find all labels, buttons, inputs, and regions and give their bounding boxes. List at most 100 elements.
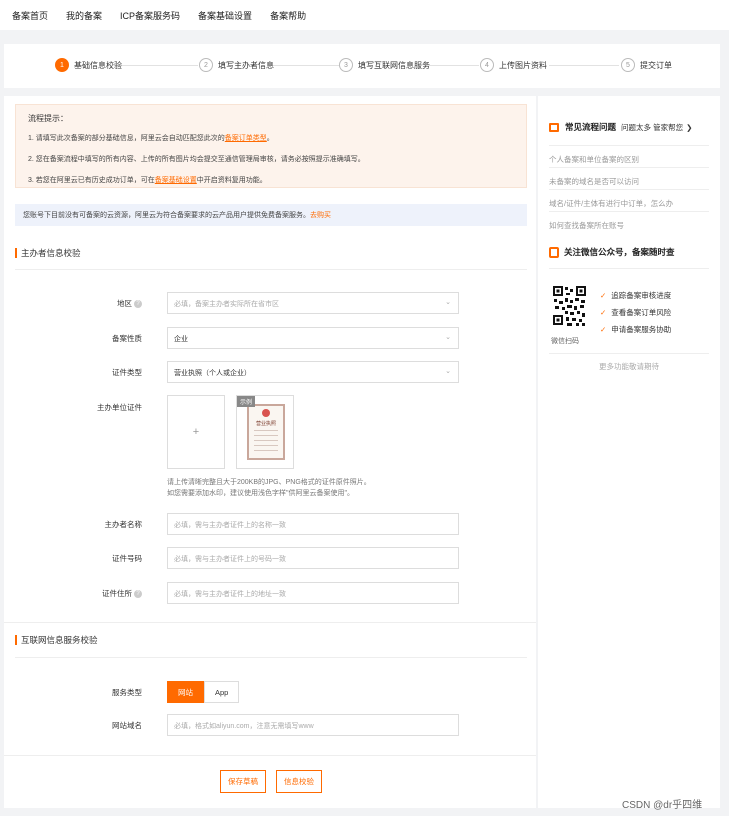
benefit-item: ✓ 查看备案订单风险 (600, 308, 672, 317)
step-label: 上传图片资料 (499, 60, 547, 70)
step-1: 1 基础信息校验 (55, 58, 122, 72)
step-4: 4 上传图片资料 (480, 58, 547, 72)
sidebar-divider (549, 268, 709, 269)
step-5: 5 提交订单 (621, 58, 672, 72)
doc-line (254, 435, 278, 436)
service-type-app[interactable]: App (204, 681, 240, 703)
cert-sample-image[interactable]: 营业执照 示例 (236, 395, 294, 469)
benefit-item: ✓ 申请备案服务协助 (600, 325, 672, 334)
step-number: 3 (339, 58, 353, 72)
wechat-header: 关注微信公众号，备案随时查 (549, 246, 675, 258)
more-features-text: 更多功能敬请期待 (599, 362, 659, 371)
region-select[interactable]: 必填，备案主办者实际所在省市区 ⌄ (167, 292, 459, 314)
chevron-right-icon: ❯ (686, 122, 693, 132)
seal-icon (262, 409, 270, 417)
cert-number-label: 证件号码 (112, 554, 142, 563)
top-nav: 备案首页 我的备案 ICP备案服务码 备案基础设置 备案帮助 (0, 0, 729, 30)
process-tips: 流程提示： 1. 请填写此次备案的部分基础信息，阿里云会自动匹配您此次的备案订单… (15, 104, 527, 188)
section-divider (4, 622, 536, 623)
chevron-down-icon: ⌄ (445, 299, 451, 306)
help-icon[interactable]: ? (134, 300, 142, 309)
qr-caption: 微信扫码 (551, 338, 579, 345)
sidebar-divider (549, 353, 709, 354)
sponsor-section-title: 主办者信息校验 (15, 248, 81, 258)
check-icon: ✓ (600, 325, 607, 334)
qr-code-image (552, 284, 587, 328)
step-connector (549, 65, 619, 66)
doc-line (254, 445, 278, 446)
tips-title: 流程提示： (28, 114, 68, 123)
faq-link[interactable]: 域名/证件/主体有进行中订单，怎么办 (549, 198, 673, 209)
buy-link[interactable]: 去购买 (310, 212, 331, 219)
tip-line-3: 3. 若您在阿里云已有历史成功订单，可在备案基础设置中开启资料复用功能。 (28, 177, 267, 184)
nav-item-my-filings[interactable]: 我的备案 (66, 9, 102, 22)
sponsor-name-input[interactable]: 必填，需与主办者证件上的名称一致 (167, 513, 459, 535)
sample-tag: 示例 (237, 396, 256, 407)
step-number: 5 (621, 58, 635, 72)
nav-item-basic-settings[interactable]: 备案基础设置 (198, 9, 252, 22)
step-number: 2 (199, 58, 213, 72)
sidebar-divider (549, 189, 709, 190)
sidebar-divider (549, 145, 709, 146)
step-connector (269, 65, 339, 66)
nav-item-help[interactable]: 备案帮助 (270, 9, 306, 22)
cert-type-label: 证件类型 (112, 368, 142, 377)
save-draft-button[interactable]: 保存草稿 (220, 770, 266, 793)
service-type-website[interactable]: 网站 (167, 681, 204, 703)
upload-hint: 请上传清晰完整且大于200KB的JPG、PNG格式的证件原件照片。 如您需要添加… (167, 479, 371, 497)
domain-label: 网站域名 (112, 721, 142, 730)
watermark: CSDN @dr乎四维 (622, 800, 703, 811)
section-divider (15, 269, 527, 270)
step-label: 基础信息校验 (74, 60, 122, 70)
filing-order-type-link[interactable]: 备案订单类型 (225, 135, 267, 142)
sponsor-name-label: 主办者名称 (104, 520, 143, 529)
faq-header[interactable]: 常见流程问题 问题太多 管家帮您 ❯ (549, 121, 692, 133)
resource-notice: 您账号下目前没有可备案的云资源，阿里云为符合备案要求的云产品用户提供免费备案服务… (15, 204, 527, 226)
check-icon: ✓ (600, 291, 607, 300)
sample-doc-title: 营业执照 (255, 421, 276, 427)
step-3: 3 填写互联网信息服务 (339, 58, 430, 72)
tip-line-1: 1. 请填写此次备案的部分基础信息，阿里云会自动匹配您此次的备案订单类型。 (28, 135, 274, 142)
cert-number-input[interactable]: 必填，需与主办者证件上的号码一致 (167, 547, 459, 569)
doc-line (254, 450, 278, 451)
step-connector (122, 65, 198, 66)
nature-select[interactable]: 企业 ⌄ (167, 327, 459, 349)
step-2: 2 填写主办者信息 (199, 58, 274, 72)
chevron-down-icon: ⌄ (445, 368, 451, 375)
verify-button[interactable]: 信息校验 (276, 770, 322, 793)
basic-settings-link[interactable]: 备案基础设置 (155, 177, 197, 184)
cert-address-label: 证件住所? (62, 588, 142, 599)
progress-steps: 1 基础信息校验 2 填写主办者信息 3 填写互联网信息服务 4 上传图片资料 … (4, 44, 720, 88)
sample-license-image: 营业执照 (247, 404, 285, 460)
doc-line (254, 440, 278, 441)
service-type-label: 服务类型 (112, 688, 142, 697)
step-label: 填写主办者信息 (218, 60, 274, 70)
nav-item-home[interactable]: 备案首页 (12, 9, 48, 22)
chevron-down-icon: ⌄ (445, 334, 451, 341)
faq-link[interactable]: 个人备案和单位备案的区别 (549, 154, 639, 165)
sidebar-divider (549, 167, 709, 168)
help-sidebar: 常见流程问题 问题太多 管家帮您 ❯ 个人备案和单位备案的区别 未备案的域名是否… (538, 96, 720, 808)
footer-divider (4, 755, 536, 756)
faq-link[interactable]: 未备案的域名是否可以访问 (549, 176, 639, 187)
faq-link[interactable]: 如何查找备案所在账号 (549, 220, 624, 231)
benefit-item: ✓ 追踪备案审核进度 (600, 291, 672, 300)
step-connector (424, 65, 479, 66)
section-divider (15, 657, 527, 658)
cert-address-input[interactable]: 必填，需与主办者证件上的地址一致 (167, 582, 459, 604)
main-form-panel: 流程提示： 1. 请填写此次备案的部分基础信息，阿里云会自动匹配您此次的备案订单… (4, 96, 536, 808)
check-icon: ✓ (600, 308, 607, 317)
region-label: 地区? (62, 298, 142, 309)
phone-icon (549, 246, 559, 258)
cert-type-select[interactable]: 营业执照（个人或企业） ⌄ (167, 361, 459, 383)
help-icon[interactable]: ? (134, 590, 142, 599)
domain-input[interactable]: 必填，格式如aliyun.com，注意无需填写www (167, 714, 459, 736)
cert-upload-label: 主办单位证件 (97, 403, 142, 412)
step-number: 4 (480, 58, 494, 72)
sidebar-divider (549, 211, 709, 212)
nature-label: 备案性质 (112, 334, 142, 343)
step-label: 提交订单 (640, 60, 672, 70)
nav-item-icp-service-code[interactable]: ICP备案服务码 (120, 9, 180, 22)
internet-section-title: 互联网信息服务校验 (15, 635, 98, 645)
cert-upload-button[interactable]: + (167, 395, 225, 469)
